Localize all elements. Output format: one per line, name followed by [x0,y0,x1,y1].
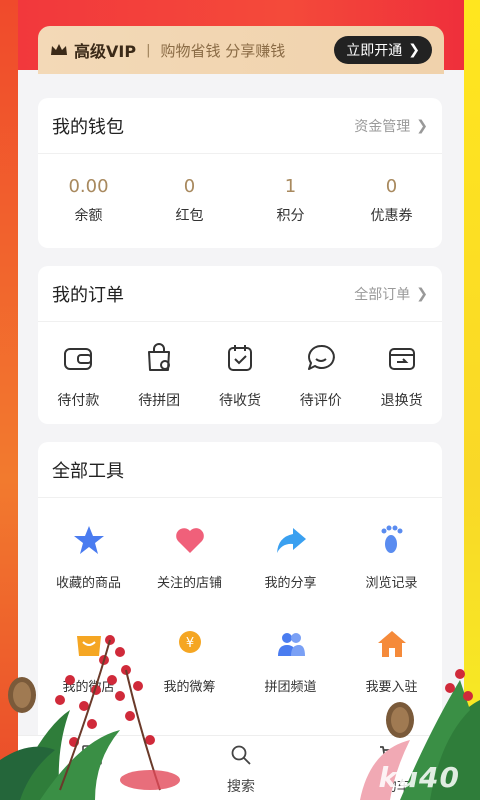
chevron-right-icon: ❯ [416,117,428,134]
order-status-label: 待付款 [57,393,100,409]
order-status-label: 待拼团 [138,393,181,409]
orders-title: 我的订单 [52,284,124,306]
wallet-value: 0 [385,176,398,197]
wallet-header: 我的钱包 资金管理 ❯ [38,98,442,154]
wallet-value: 0 [183,176,196,197]
house-icon [377,631,406,657]
tool-my-shares[interactable]: 我的分享 [240,522,341,626]
wallet-icon [64,348,93,370]
people-icon [277,633,305,656]
order-status-label: 待评价 [299,393,342,409]
vip-banner[interactable]: 高级VIP | 购物省钱 分享赚钱 立即开通 ❯ [38,26,444,74]
order-status-pending-group[interactable]: 待拼团 [119,340,199,410]
tool-label: 浏览记录 [365,576,418,591]
order-status-pending-payment[interactable]: 待付款 [38,340,118,410]
wallet-item-points[interactable]: 1 积分 [251,176,331,225]
tool-favorite-products[interactable]: 收藏的商品 [38,522,139,626]
fund-management-link[interactable]: 资金管理 ❯ [354,116,428,136]
tool-browse-history[interactable]: 浏览记录 [341,522,442,626]
tool-group-channel[interactable]: 拼团频道 [240,626,341,730]
wallet-stats: 0.00 余额 0 红包 1 积分 0 优惠券 [38,154,442,225]
wallet-value: 1 [284,176,297,197]
crown-icon [51,44,67,55]
order-status-label: 待收货 [218,393,261,409]
vip-separator: | [146,42,151,58]
vip-title: 高级VIP [74,42,137,61]
wallet-item-red-packet[interactable]: 0 红包 [150,176,230,225]
order-status-pending-review[interactable]: 待评价 [281,340,361,410]
tools-title: 全部工具 [52,460,124,482]
wallet-value: 0.00 [68,176,109,197]
all-orders-label: 全部订单 [354,286,411,303]
christmas-decoration-left [0,635,180,800]
vip-activate-label: 立即开通 [346,43,403,59]
orders-card: 我的订单 全部订单 ❯ 待付款 待拼团 待收货 待评价 退换货 [38,266,442,424]
vip-activate-button[interactable]: 立即开通 ❯ [334,36,432,64]
star-icon [73,526,104,554]
order-status-row: 待付款 待拼团 待收货 待评价 退换货 [38,322,442,410]
wallet-label: 红包 [175,208,204,224]
fund-management-label: 资金管理 [354,118,411,135]
order-status-returns[interactable]: 退换货 [362,340,442,410]
group-bag-icon [148,343,171,371]
wallet-item-coupons[interactable]: 0 优惠券 [352,176,432,225]
search-icon [231,745,251,765]
chevron-right-icon: ❯ [408,42,420,58]
watermark-logo: ku40 [378,761,460,794]
tool-label: 拼团频道 [264,680,317,695]
wallet-label: 优惠券 [370,208,413,224]
wallet-item-balance[interactable]: 0.00 余额 [49,176,129,225]
calendar-check-icon [227,345,252,371]
wallet-card: 我的钱包 资金管理 ❯ 0.00 余额 0 红包 1 积分 0 优惠券 [38,98,442,248]
footprint-icon [381,525,402,553]
wallet-title: 我的钱包 [52,116,124,138]
order-status-pending-receipt[interactable]: 待收货 [200,340,280,410]
return-icon [388,348,415,370]
tool-label: 我的分享 [264,576,317,591]
all-orders-link[interactable]: 全部订单 ❯ [354,284,428,304]
tool-followed-shops[interactable]: 关注的店铺 [139,522,240,626]
orders-header: 我的订单 全部订单 ❯ [38,266,442,322]
order-status-label: 退换货 [380,393,423,409]
wallet-label: 积分 [276,208,305,224]
tools-header: 全部工具 [38,442,442,498]
heart-icon [175,528,204,553]
comment-icon [307,344,335,370]
chevron-right-icon: ❯ [416,285,428,302]
share-icon [276,528,306,553]
vip-subtitle: 购物省钱 分享赚钱 [160,41,286,60]
wallet-label: 余额 [74,208,103,224]
tool-label: 关注的店铺 [156,576,222,591]
tool-label: 收藏的商品 [55,576,121,591]
